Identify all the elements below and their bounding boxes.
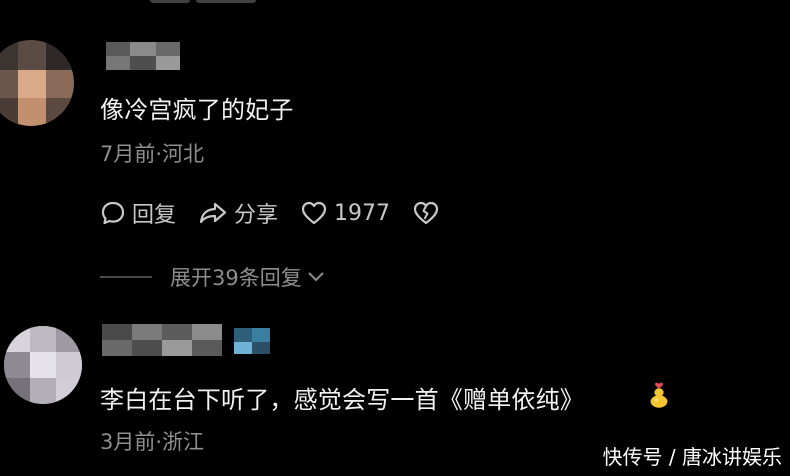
chevron-down-icon	[308, 272, 324, 282]
heart-icon	[301, 201, 327, 225]
broken-heart-icon	[413, 201, 439, 225]
avatar[interactable]	[4, 326, 82, 404]
share-button[interactable]: 分享	[198, 197, 278, 229]
dislike-button[interactable]	[412, 200, 440, 226]
share-label: 分享	[234, 203, 279, 228]
share-arrow-icon	[199, 202, 227, 224]
expand-replies-button[interactable]: 展开39条回复	[100, 262, 326, 292]
reply-button[interactable]: 回复	[100, 197, 176, 229]
gourd-heart-emoji-icon	[650, 382, 668, 408]
cropped-previous-comment-row	[150, 0, 350, 4]
comment-actions: 回复 分享 1977	[100, 196, 462, 230]
comment-meta: 7月前·河北	[100, 142, 205, 166]
chat-bubble-icon	[101, 201, 125, 225]
watermark: 快传号 / 唐冰讲娱乐	[602, 445, 782, 469]
like-button[interactable]: 1977	[300, 200, 390, 226]
expand-replies-label: 展开39条回复	[170, 266, 302, 290]
comment-text: 像冷宫疯了的妃子	[100, 96, 294, 124]
username-blurred[interactable]	[102, 324, 272, 358]
reply-label: 回复	[132, 203, 177, 228]
avatar[interactable]	[0, 40, 74, 126]
divider-line	[100, 276, 152, 278]
username-blurred[interactable]	[106, 42, 180, 74]
comment-meta: 3月前·浙江	[100, 430, 205, 454]
comment-text: 李白在台下听了，感觉会写一首《赠单依纯》	[100, 386, 584, 414]
like-count: 1977	[334, 200, 391, 226]
